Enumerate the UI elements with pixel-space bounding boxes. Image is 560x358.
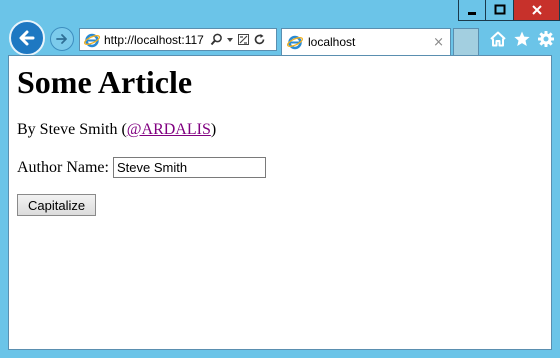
ie-logo-icon [84,33,100,47]
byline-suffix: ) [210,121,217,138]
dropdown-arrow-icon[interactable] [226,36,234,44]
maximize-icon [494,4,505,15]
close-icon [531,5,542,15]
tab-close-button[interactable]: × [433,35,444,50]
address-bar[interactable]: http://localhost:117 [79,28,277,51]
byline-prefix: By Steve Smith ( [17,121,127,138]
tab-localhost[interactable]: localhost × [281,28,451,55]
ie-logo-icon [287,35,303,50]
minimize-button[interactable] [458,0,486,21]
search-icon[interactable] [210,33,223,46]
article-heading: Some Article [17,64,193,100]
new-tab-button[interactable] [453,28,479,55]
forward-button[interactable] [50,27,74,51]
forward-arrow-icon [56,34,67,44]
window-controls [458,0,560,21]
author-name-label: Author Name: [17,158,109,176]
author-name-input[interactable] [112,157,266,178]
address-url[interactable]: http://localhost:117 [104,33,208,47]
close-button[interactable] [514,0,560,21]
home-icon[interactable] [489,30,507,48]
refresh-icon[interactable] [253,33,266,46]
maximize-button[interactable] [486,0,514,21]
gear-icon[interactable] [537,30,555,48]
compatibility-view-icon[interactable] [237,33,250,46]
capitalize-button[interactable]: Capitalize [17,194,97,216]
back-arrow-icon [19,30,35,46]
star-icon[interactable] [513,30,531,48]
byline: By Steve Smith (@ARDALIS) [17,121,551,139]
page-content: Some Article By Steve Smith (@ARDALIS) A… [8,55,552,350]
author-twitter-link[interactable]: @ARDALIS [127,121,211,138]
back-button[interactable] [9,20,45,56]
browser-toolbar [489,30,555,48]
minimize-icon [468,12,476,15]
tab-title: localhost [308,35,356,49]
author-row: Author Name: [17,157,551,178]
